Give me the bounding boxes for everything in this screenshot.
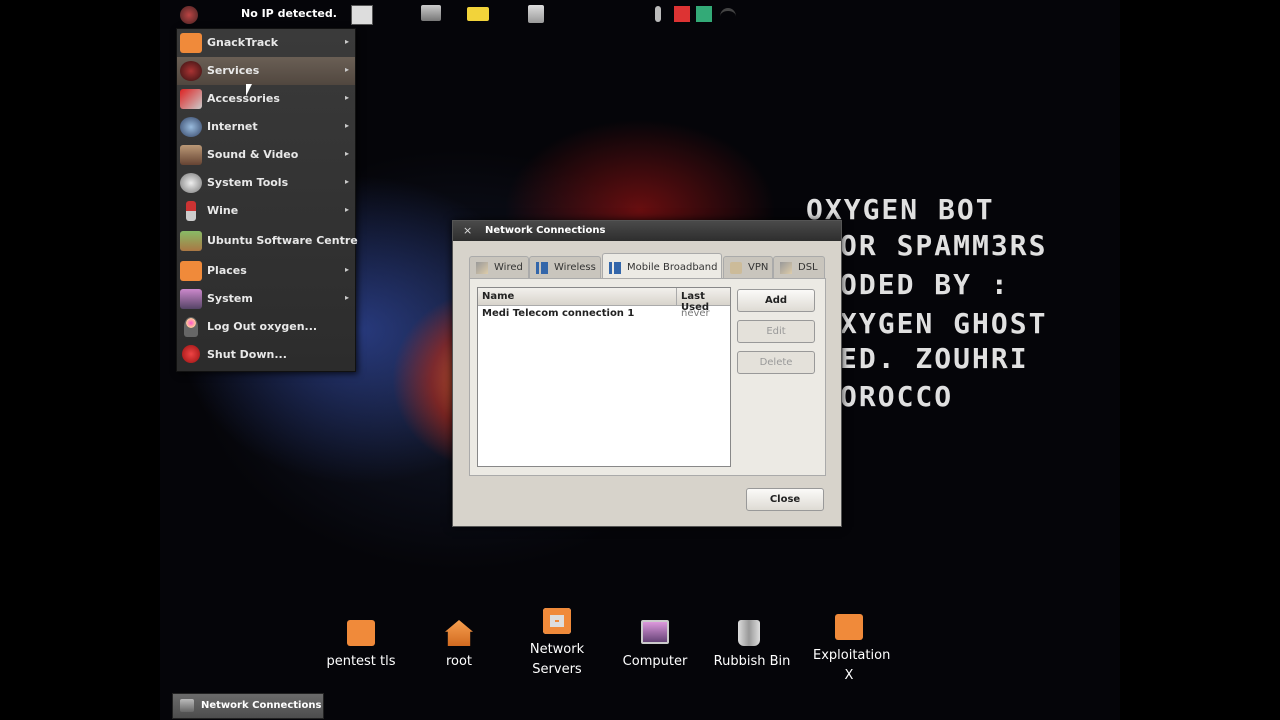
tab-mobile-broadband[interactable]: Mobile Broadband <box>602 253 722 280</box>
folder-icon <box>347 620 375 646</box>
mouse-pointer-icon <box>246 84 252 96</box>
network-status-text: No IP detected. <box>241 7 337 20</box>
signal-bars-icon <box>609 262 621 274</box>
column-header-name[interactable]: Name <box>478 288 677 306</box>
tab-wired[interactable]: Wired <box>469 256 529 279</box>
connection-last-used: never <box>681 308 710 319</box>
wireless-tray-icon[interactable] <box>720 8 736 25</box>
wired-icon <box>476 262 488 274</box>
menu-item-internet[interactable]: Internet ▸ <box>177 113 355 141</box>
menu-item-services[interactable]: Services ▸ <box>177 57 355 85</box>
close-button[interactable]: Close <box>746 488 824 511</box>
desktop: No IP detected. GnackTrack ▸ Services ▸ … <box>160 0 1120 720</box>
submenu-arrow-icon: ▸ <box>344 93 349 102</box>
submenu-arrow-icon: ▸ <box>344 265 349 274</box>
overlay-line-3: ODED BY : <box>840 268 1010 301</box>
folder-icon <box>180 33 202 53</box>
overlay-line-5: ED. ZOUHRI <box>840 342 1029 375</box>
menu-item-sound-video[interactable]: Sound & Video ▸ <box>177 141 355 169</box>
network-tray-icon[interactable] <box>696 6 712 22</box>
submenu-arrow-icon: ▸ <box>344 149 349 158</box>
notes-launcher-icon[interactable] <box>467 7 489 21</box>
tab-vpn[interactable]: VPN <box>723 256 773 279</box>
add-button[interactable]: Add <box>737 289 815 312</box>
menu-item-log-out[interactable]: Log Out oxygen... <box>177 313 355 341</box>
edit-button[interactable]: Edit <box>737 320 815 343</box>
menu-item-software-centre[interactable]: Ubuntu Software Centre <box>177 227 358 255</box>
user-icon <box>184 317 198 337</box>
submenu-arrow-icon: ▸ <box>344 177 349 186</box>
overlay-line-4: XYGEN GHOST <box>840 307 1048 340</box>
column-header-last-used[interactable]: Last Used <box>677 288 730 313</box>
dialog-title: Network Connections <box>485 225 606 236</box>
submenu-arrow-icon: ▸ <box>344 121 349 130</box>
connection-name[interactable]: Medi Telecom connection 1 <box>482 308 634 319</box>
tab-dsl[interactable]: DSL <box>773 256 825 279</box>
trash-icon <box>738 620 760 646</box>
submenu-arrow-icon: ▸ <box>344 37 349 46</box>
network-folder-icon <box>543 608 571 634</box>
record-icon[interactable] <box>674 6 690 22</box>
lock-icon <box>730 262 742 274</box>
submenu-arrow-icon: ▸ <box>344 65 349 74</box>
services-icon <box>180 61 202 81</box>
menu-item-shut-down[interactable]: Shut Down... <box>177 341 355 369</box>
multimedia-icon <box>180 145 202 165</box>
power-icon <box>182 345 200 363</box>
gear-icon <box>180 173 202 193</box>
menu-item-wine[interactable]: Wine ▸ <box>177 197 355 225</box>
network-connections-dialog: × Network Connections Wired Wireless Mob… <box>452 220 842 527</box>
overlay-line-6: OROCCO <box>840 380 954 413</box>
globe-icon <box>180 117 202 137</box>
taskbar-item-network-connections[interactable]: Network Connections <box>172 693 324 719</box>
home-icon <box>445 620 473 646</box>
dialog-titlebar[interactable]: × Network Connections <box>453 221 841 241</box>
overlay-line-2: OR SPAMM3RS <box>840 229 1048 262</box>
folder-icon <box>180 261 202 281</box>
folder-icon <box>835 614 863 640</box>
software-centre-icon <box>180 231 202 251</box>
menu-item-gnacktrack[interactable]: GnackTrack ▸ <box>177 29 355 57</box>
menu-item-system-tools[interactable]: System Tools ▸ <box>177 169 355 197</box>
signal-bars-icon <box>536 262 548 274</box>
computer-icon <box>641 620 669 644</box>
close-icon[interactable]: × <box>463 224 472 237</box>
network-launcher-icon[interactable] <box>421 5 441 21</box>
menu-item-system[interactable]: System ▸ <box>177 285 355 313</box>
submenu-arrow-icon: ▸ <box>344 205 349 214</box>
monitor-icon <box>180 289 202 309</box>
dsl-icon <box>780 262 792 274</box>
accessories-icon <box>180 89 202 109</box>
trash-launcher-icon[interactable] <box>528 5 544 23</box>
network-connections-icon <box>180 699 194 712</box>
connections-list[interactable]: Name Last Used Medi Telecom connection 1… <box>477 287 731 467</box>
ubuntu-logo-icon[interactable] <box>180 6 198 24</box>
submenu-arrow-icon: ▸ <box>344 293 349 302</box>
delete-button[interactable]: Delete <box>737 351 815 374</box>
applications-menu: GnackTrack ▸ Services ▸ Accessories ▸ In… <box>176 28 358 372</box>
menu-item-places[interactable]: Places ▸ <box>177 257 355 285</box>
wine-glass-icon <box>186 201 196 221</box>
menu-item-accessories[interactable]: Accessories ▸ <box>177 85 355 113</box>
top-panel: No IP detected. <box>160 0 1120 28</box>
tab-wireless[interactable]: Wireless <box>529 256 601 279</box>
terminal-launcher-icon[interactable] <box>351 5 373 25</box>
key-icon[interactable] <box>655 6 661 22</box>
